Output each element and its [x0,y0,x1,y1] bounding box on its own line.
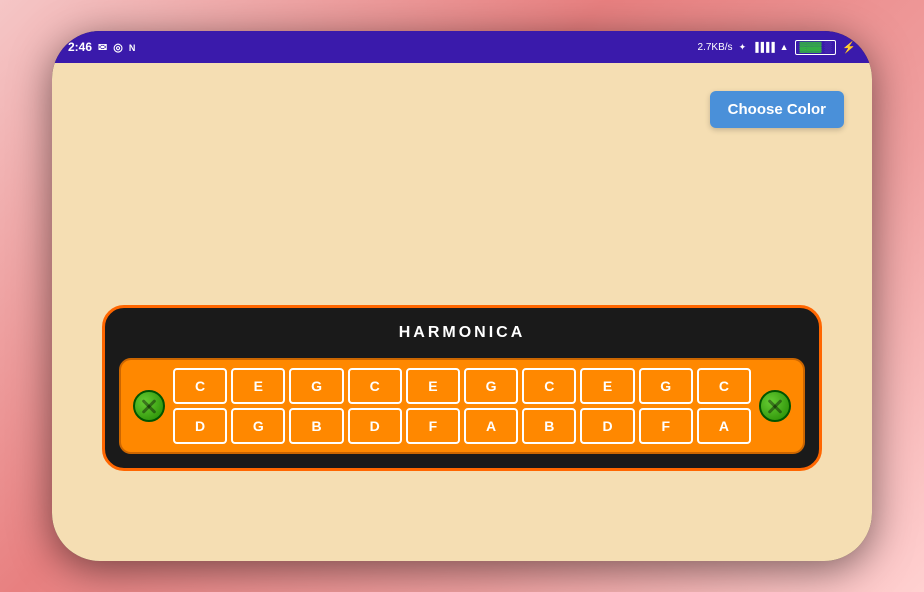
harmonica-container: HARMONICA C E G C E G C E [102,305,822,471]
key-d1[interactable]: D [173,408,227,444]
status-right: 2.7KB/s ▐▐▐▐ ▓▓▓ ░ ⚡ [698,40,856,55]
bottom-keys-row: D G B D F A B D F A [173,408,751,444]
key-d2[interactable]: D [348,408,402,444]
notification-icon [129,40,136,54]
harmonica-title: HARMONICA [119,318,805,348]
signal-icon: ▐▐▐▐ [752,42,774,52]
key-b1[interactable]: B [289,408,343,444]
key-c2[interactable]: C [348,368,402,404]
left-screw [133,390,165,422]
key-a1[interactable]: A [464,408,518,444]
phone-screen: Choose Color HARMONICA C E G C E [52,63,872,561]
choose-color-button[interactable]: Choose Color [710,91,844,128]
harmonica-keys-area: C E G C E G C E G C D [119,358,805,454]
battery-icon: ▓▓▓ ░ [795,40,837,55]
key-c4[interactable]: C [697,368,751,404]
key-e3[interactable]: E [580,368,634,404]
key-a2[interactable]: A [697,408,751,444]
status-left: 2:46 [68,40,135,54]
status-time: 2:46 [68,40,92,54]
key-c1[interactable]: C [173,368,227,404]
phone-device: 2:46 2.7KB/s ▐▐▐▐ ▓▓▓ ░ ⚡ Choose Color H… [52,31,872,561]
charging-icon: ⚡ [842,41,856,54]
keys-grid: C E G C E G C E G C D [173,368,751,444]
harmonica-body: HARMONICA C E G C E G C E [102,305,822,471]
key-e1[interactable]: E [231,368,285,404]
key-g2[interactable]: G [464,368,518,404]
bluetooth-icon [739,42,747,53]
instagram-icon [113,41,123,54]
right-screw [759,390,791,422]
key-g4[interactable]: G [231,408,285,444]
key-f2[interactable]: F [639,408,693,444]
mail-icon [98,41,107,54]
wifi-icon [780,42,789,53]
speed-indicator: 2.7KB/s [698,42,733,53]
key-e2[interactable]: E [406,368,460,404]
key-b2[interactable]: B [522,408,576,444]
key-f1[interactable]: F [406,408,460,444]
key-c3[interactable]: C [522,368,576,404]
top-keys-row: C E G C E G C E G C [173,368,751,404]
key-g1[interactable]: G [289,368,343,404]
key-d3[interactable]: D [580,408,634,444]
key-g3[interactable]: G [639,368,693,404]
status-bar: 2:46 2.7KB/s ▐▐▐▐ ▓▓▓ ░ ⚡ [52,31,872,63]
